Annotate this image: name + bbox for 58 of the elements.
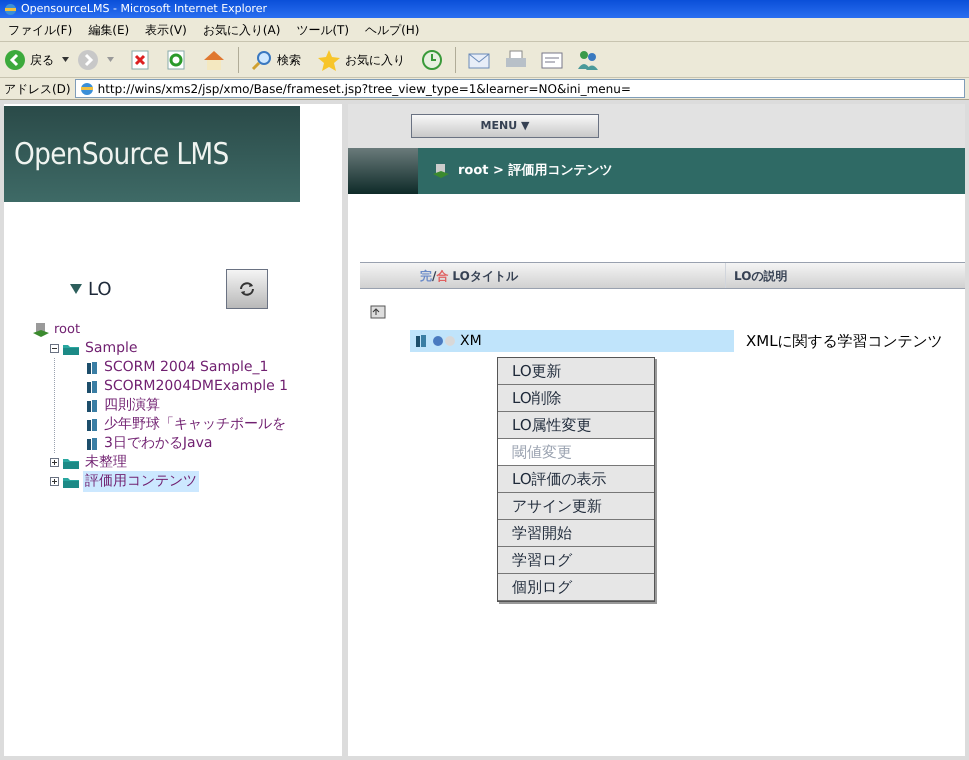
address-field[interactable]: http://wins/xms2/jsp/xmo/Base/frameset.jsp?tree_view_type=1&learner=NO&ini_menu= [74, 79, 965, 98]
lo-description: XMLに関する学習コンテンツ [746, 331, 943, 352]
collapse-triangle-icon [70, 284, 82, 294]
dropdown-icon[interactable] [62, 57, 69, 62]
page-icon [80, 82, 94, 96]
book-icon [85, 380, 99, 394]
edit-icon[interactable] [540, 50, 564, 70]
menu-item[interactable]: お気に入り(A) [202, 20, 280, 38]
tree-item[interactable]: 3日でわかるJava [104, 433, 212, 454]
tree-item[interactable]: Sample [83, 338, 140, 359]
menu-item[interactable]: 編集(E) [88, 20, 130, 38]
menu-item[interactable]: ヘルプ(H) [365, 20, 420, 38]
window-title: OpensourceLMS - Microsoft Internet Explorer [21, 0, 268, 17]
book-icon [85, 360, 99, 374]
tree-item[interactable]: SCORM 2004 Sample_1 [104, 357, 268, 378]
people-icon[interactable] [576, 48, 600, 70]
book-icon [414, 334, 428, 348]
tree-item[interactable]: SCORM2004DMExample 1 [104, 376, 288, 397]
table-row[interactable]: XM [410, 330, 734, 352]
book-icon [85, 418, 99, 432]
column-header: LOの説明 [733, 268, 788, 284]
back-button[interactable]: 戻る [4, 48, 54, 70]
stop-icon[interactable] [130, 50, 150, 70]
collapse-icon[interactable] [50, 344, 59, 353]
expand-icon[interactable] [50, 477, 59, 486]
favorites-button[interactable]: お気に入り [317, 48, 405, 70]
history-icon[interactable] [421, 48, 443, 70]
breadcrumb: root > 評価用コンテンツ [458, 162, 612, 180]
status-legend: 完/合 [420, 266, 448, 284]
refresh-button[interactable] [226, 269, 268, 309]
search-button[interactable]: 検索 [251, 48, 301, 70]
search-icon [251, 48, 273, 70]
column-title: LOタイトル [452, 268, 518, 284]
section-header[interactable]: LO [70, 276, 112, 302]
tree-item[interactable]: 四則演算 [104, 395, 160, 416]
status-dots-icon [432, 335, 456, 348]
printer-icon[interactable] [504, 50, 528, 70]
address-label: アドレス(D) [4, 80, 71, 98]
tree-item[interactable]: root [54, 320, 80, 340]
browser-icon [4, 2, 17, 16]
refresh-icon[interactable] [166, 50, 186, 70]
server-icon [432, 163, 450, 179]
star-icon [317, 48, 341, 70]
server-icon [32, 322, 50, 338]
folder-up-icon[interactable] [370, 303, 386, 319]
menu-item[interactable]: ツール(T) [296, 20, 350, 38]
menu-button[interactable]: MENU ▼ [411, 114, 599, 138]
lo-title: XM [460, 332, 482, 351]
tree-item[interactable]: 評価用コンテンツ [83, 471, 199, 492]
menu-item[interactable]: ファイル(F) [8, 20, 72, 38]
book-icon [85, 436, 99, 450]
menu-item[interactable]: 表示(V) [145, 20, 187, 38]
tree-item[interactable]: 少年野球「キャッチボールを [104, 414, 286, 435]
logo-text: OpenSource LMS [14, 136, 229, 174]
expand-icon[interactable] [50, 458, 59, 467]
tree-item[interactable]: 未整理 [83, 452, 129, 473]
home-icon[interactable] [202, 48, 226, 70]
book-icon [85, 398, 99, 412]
